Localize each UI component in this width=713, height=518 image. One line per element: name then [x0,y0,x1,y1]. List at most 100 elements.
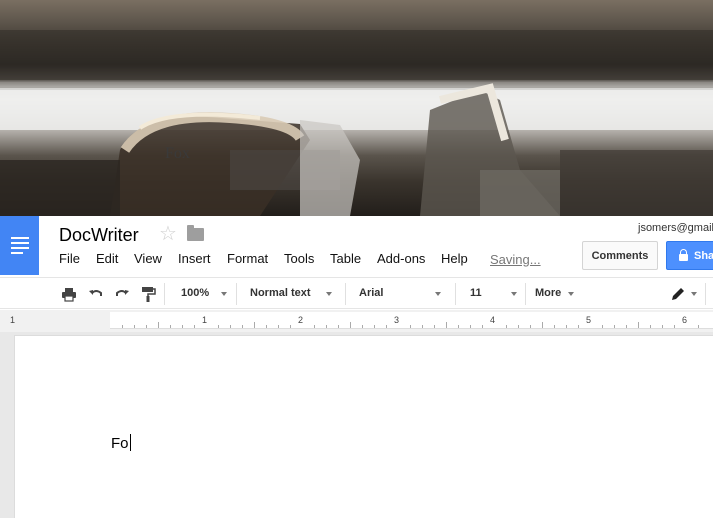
ruler-tick [182,325,183,328]
folder-icon[interactable] [187,225,204,241]
share-button[interactable]: Sha [666,241,713,270]
font-size-select[interactable]: 11 [470,287,482,299]
header-photo: Fox [0,0,713,216]
toolbar: 100% Normal text Arial 11 More [0,277,713,309]
ruler-tick [446,322,447,328]
ruler-number: 6 [682,315,688,325]
undo-icon[interactable] [88,286,104,302]
document-page[interactable]: Fo [14,335,713,518]
chevron-down-icon [691,292,697,296]
ruler-tick [134,325,135,328]
print-icon[interactable] [61,286,77,302]
ruler-tick [434,325,435,328]
ruler-tick [158,322,159,328]
ruler-left-marker: 1 [10,315,16,325]
ruler-tick [662,325,663,328]
app-header: DocWriter ☆ File Edit View Insert Format… [0,216,713,276]
ruler-tick [674,325,675,328]
star-icon[interactable]: ☆ [159,224,177,244]
menu-help[interactable]: Help [441,251,468,266]
ruler-tick [458,325,459,328]
ruler-number: 4 [490,315,496,325]
redo-icon[interactable] [114,286,130,302]
ruler-tick [566,325,567,328]
ruler-tick [338,325,339,328]
saving-status: Saving... [490,252,541,267]
ruler-tick [278,325,279,328]
more-menu[interactable]: More [535,287,561,299]
toolbar-divider [345,283,346,305]
toolbar-divider [236,283,237,305]
share-label: Sha [694,249,713,262]
text-cursor [129,434,131,451]
ruler[interactable]: 1 2 3 4 5 6 [110,312,713,329]
ruler-tick [542,322,543,328]
stamped-text: Fox [165,145,190,162]
lock-icon [679,248,688,261]
ruler-tick [374,325,375,328]
toolbar-divider [705,283,706,305]
ruler-tick [230,325,231,328]
ruler-tick [698,325,699,328]
zoom-select[interactable]: 100% [181,287,209,299]
ruler-tick [614,325,615,328]
toolbar-divider [525,283,526,305]
ruler-tick [506,325,507,328]
ruler-tick [254,322,255,328]
ruler-number: 5 [586,315,592,325]
chevron-down-icon [511,292,517,296]
ruler-tick [290,325,291,328]
pencil-icon[interactable] [670,286,686,302]
ruler-tick [578,325,579,328]
ruler-tick [626,325,627,328]
ruler-tick [326,325,327,328]
ruler-tick [638,322,639,328]
ruler-number: 3 [394,315,400,325]
toolbar-divider [164,283,165,305]
chevron-down-icon [568,292,574,296]
toolbar-divider [455,283,456,305]
account-email[interactable]: jsomers@gmail [638,222,713,234]
menu-edit[interactable]: Edit [96,251,118,266]
ruler-tick [602,325,603,328]
ruler-tick [122,325,123,328]
ruler-tick [410,325,411,328]
paint-format-icon[interactable] [140,286,156,302]
menu-view[interactable]: View [134,251,162,266]
ruler-tick [266,325,267,328]
ruler-tick [422,325,423,328]
menu-addons[interactable]: Add-ons [377,251,425,266]
chevron-down-icon [326,292,332,296]
ruler-tick [650,325,651,328]
font-select[interactable]: Arial [359,287,383,299]
ruler-tick [242,325,243,328]
ruler-tick [314,325,315,328]
comments-button[interactable]: Comments [582,241,658,270]
ruler-tick [218,325,219,328]
chevron-down-icon [221,292,227,296]
ruler-tick [482,325,483,328]
menu-format[interactable]: Format [227,251,268,266]
ruler-tick [350,322,351,328]
ruler-tick [362,325,363,328]
ruler-number: 1 [202,315,208,325]
menu-icon[interactable] [0,216,39,275]
menu-file[interactable]: File [59,251,80,266]
menu-table[interactable]: Table [330,251,361,266]
ruler-tick [518,325,519,328]
menu-insert[interactable]: Insert [178,251,211,266]
ruler-tick [470,325,471,328]
document-body[interactable]: Fo [111,434,131,452]
doc-title[interactable]: DocWriter [59,225,139,246]
ruler-tick [146,325,147,328]
ruler-tick [554,325,555,328]
ruler-tick [170,325,171,328]
style-select[interactable]: Normal text [250,287,311,299]
ruler-tick [530,325,531,328]
menu-tools[interactable]: Tools [284,251,314,266]
ruler-tick [194,325,195,328]
typewriter-illustration: Fox [0,30,713,216]
ruler-area: 1 1 2 3 4 5 6 [0,310,713,332]
ruler-tick [386,325,387,328]
chevron-down-icon [435,292,441,296]
